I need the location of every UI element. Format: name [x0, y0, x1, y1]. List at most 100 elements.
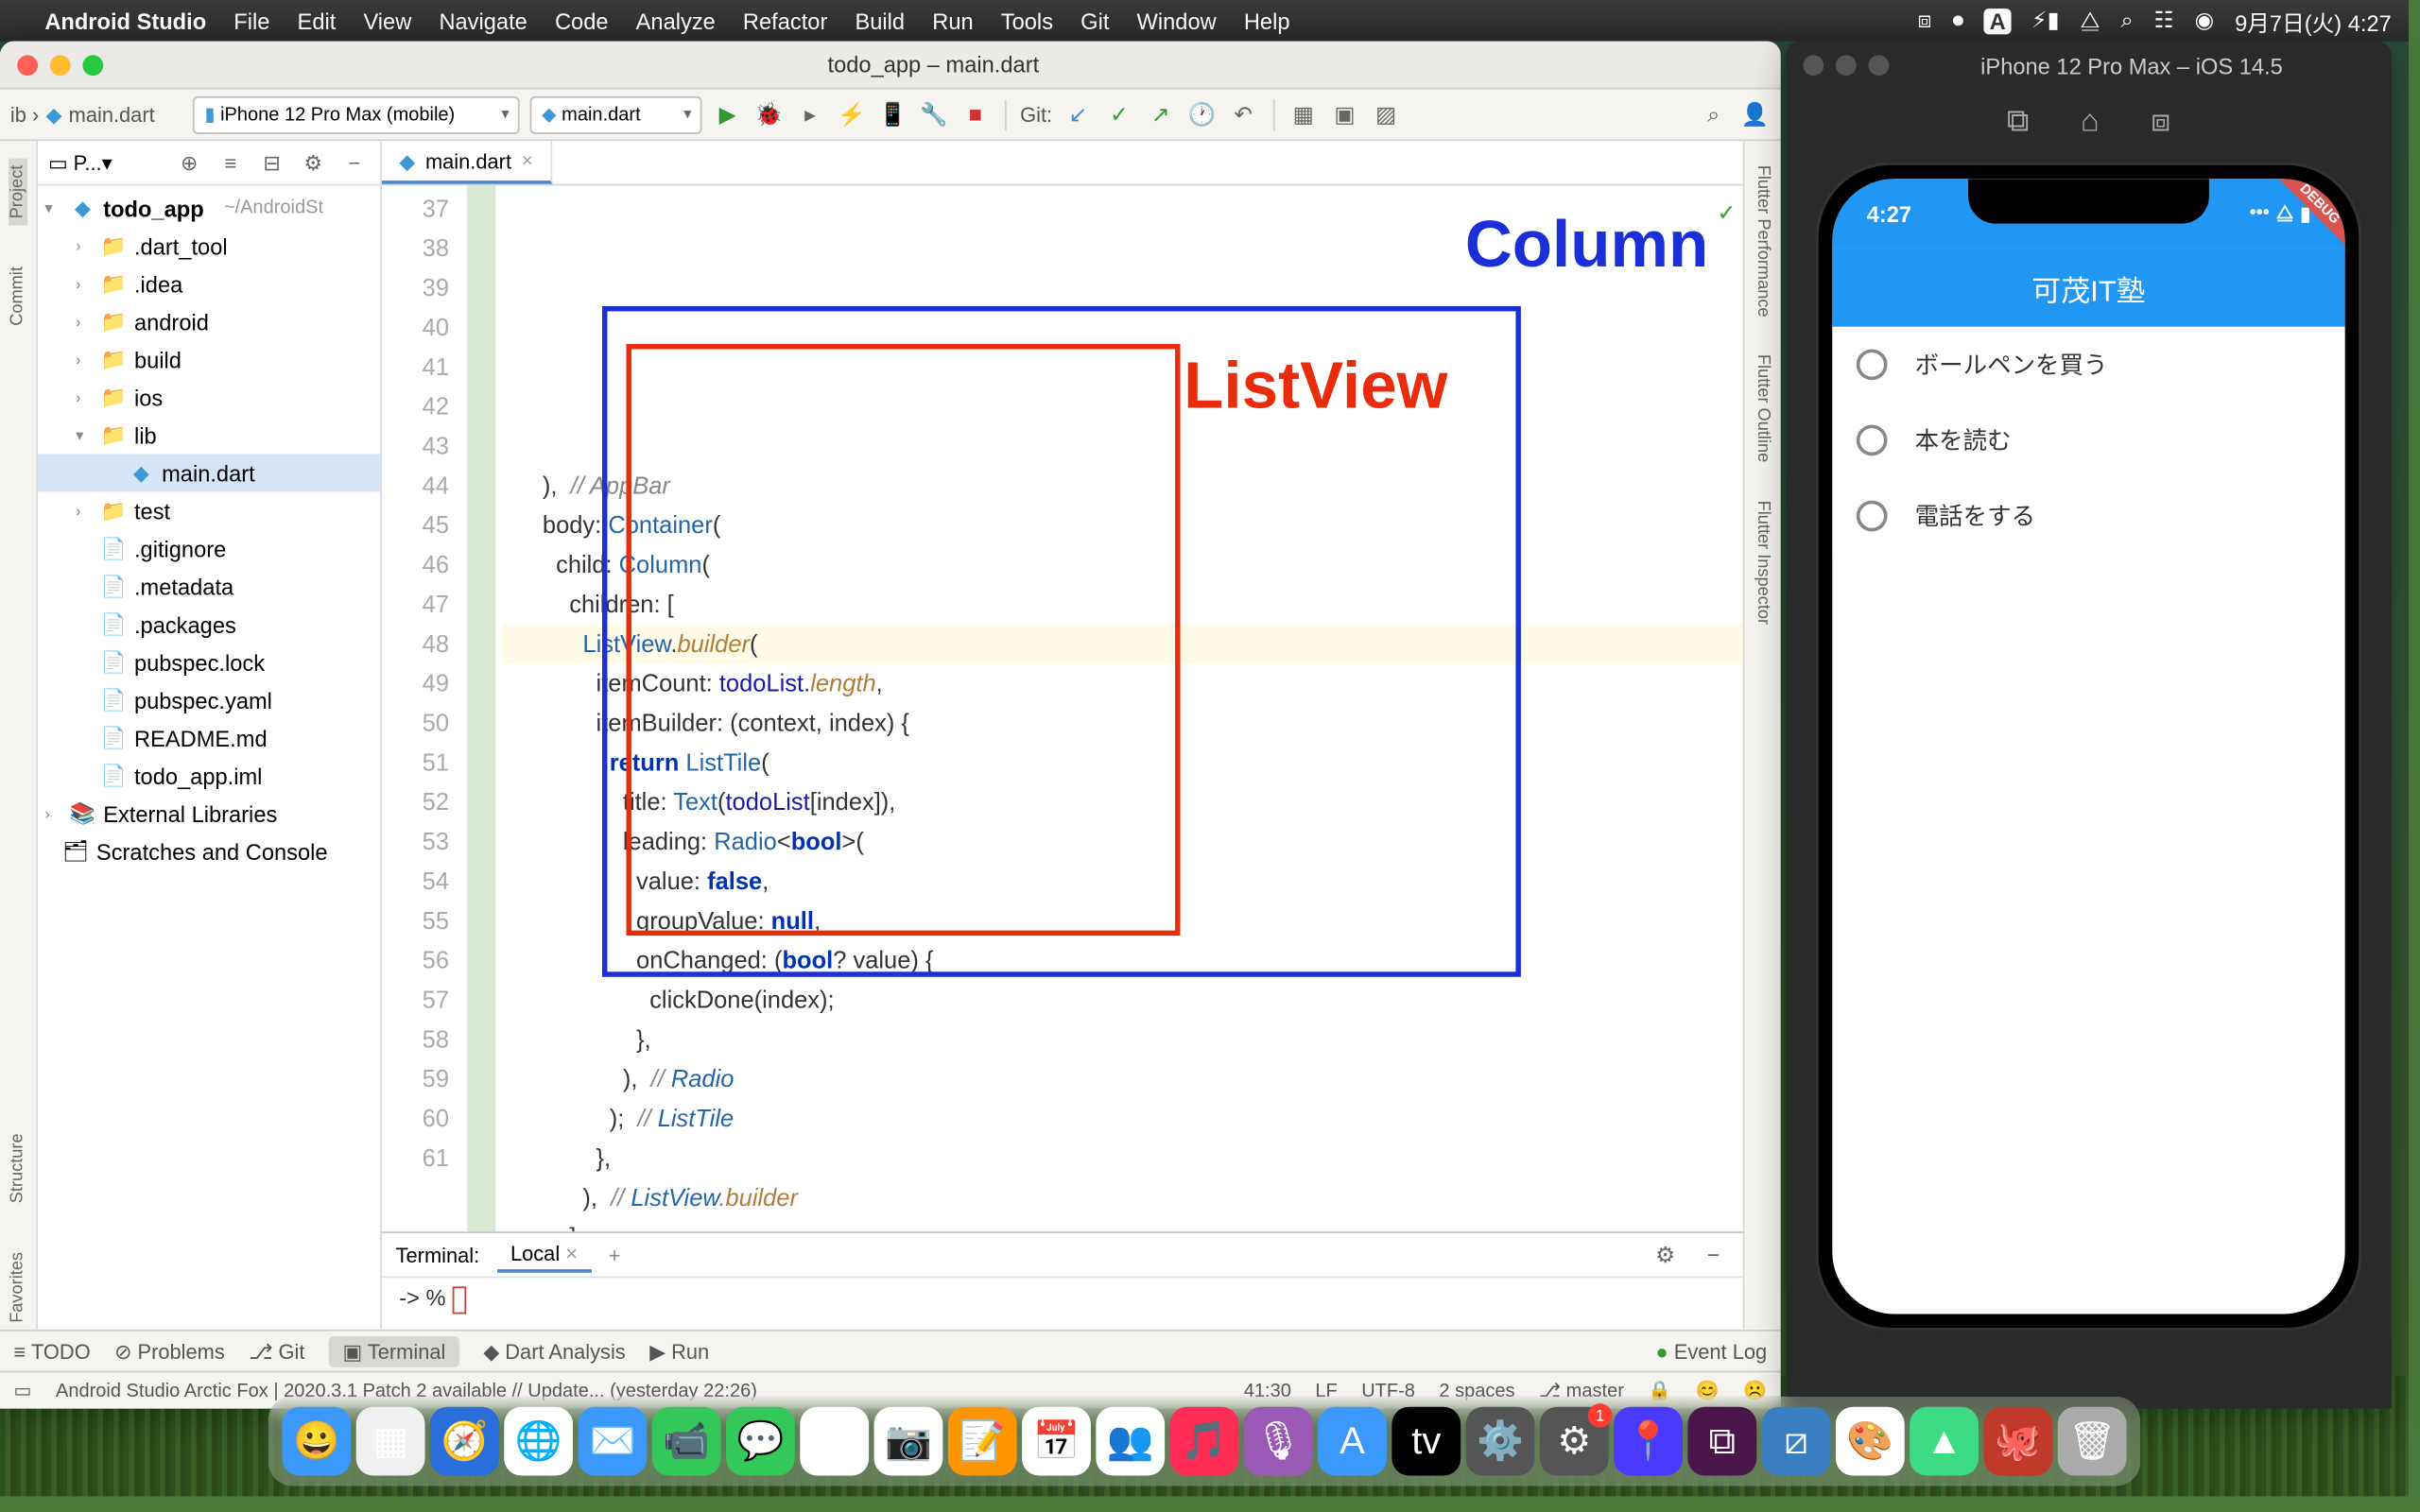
tree-item[interactable]: ›📁test — [38, 492, 380, 530]
search-button[interactable]: ⌕ — [1698, 99, 1729, 130]
device-selector[interactable]: ▮ iPhone 12 Pro Max (mobile) — [193, 95, 520, 133]
sim-close-button[interactable] — [1803, 55, 1824, 76]
dock-app[interactable]: 💬 — [726, 1407, 795, 1476]
sdk-button[interactable]: ▣ — [1329, 99, 1360, 130]
git-history-button[interactable]: 🕐 — [1186, 99, 1218, 130]
dock-app[interactable]: 🗺 — [800, 1407, 869, 1476]
tab-flutter-outline[interactable]: Flutter Outline — [1754, 348, 1772, 470]
dock-app[interactable]: 👥 — [1096, 1407, 1165, 1476]
dropbox-icon[interactable]: ⧈ — [1918, 7, 1932, 34]
settings-icon[interactable]: ⚙ — [298, 147, 329, 179]
dock-app[interactable]: 📅 — [1022, 1407, 1091, 1476]
menu-view[interactable]: View — [363, 8, 411, 33]
siri-icon[interactable]: ◉ — [2195, 7, 2215, 34]
macos-dock[interactable]: 😀▦🧭🌐✉️📹💬🗺📷📝📅👥🎵🎙Atv⚙️⚙1📍⧉⧄🎨▲🐙🗑 — [268, 1397, 2140, 1486]
inspection-ok-icon[interactable]: ✓ — [1718, 193, 1737, 232]
tree-item[interactable]: ◆main.dart — [38, 454, 380, 491]
dock-app[interactable]: 🗑 — [2058, 1407, 2127, 1476]
tree-item[interactable]: ›📁android — [38, 302, 380, 340]
tool-problems[interactable]: ⊘ Problems — [114, 1339, 225, 1363]
dock-app[interactable]: 📝 — [948, 1407, 1017, 1476]
menu-analyze[interactable]: Analyze — [636, 8, 716, 33]
menu-refactor[interactable]: Refactor — [743, 8, 827, 33]
menu-help[interactable]: Help — [1244, 8, 1290, 33]
zoom-button[interactable] — [82, 54, 103, 75]
dock-app[interactable]: 🐙 — [1983, 1407, 2052, 1476]
avd-button[interactable]: ▦ — [1288, 99, 1319, 130]
menu-file[interactable]: File — [233, 8, 269, 33]
tree-item[interactable]: 📄pubspec.lock — [38, 644, 380, 681]
locate-icon[interactable]: ⊕ — [174, 147, 205, 179]
minimize-button[interactable] — [50, 54, 71, 75]
dock-app[interactable]: A — [1318, 1407, 1387, 1476]
list-item[interactable]: 本を読む — [1832, 403, 2344, 478]
hot-reload-button[interactable]: ⚡ — [836, 99, 867, 130]
dock-app[interactable]: 🎙 — [1244, 1407, 1313, 1476]
tree-item[interactable]: 📄todo_app.iml — [38, 757, 380, 795]
tab-commit[interactable]: Commit — [9, 260, 27, 333]
code-editor[interactable]: 3738394041424344454647484950515253545556… — [382, 186, 1743, 1232]
git-revert-button[interactable]: ↶ — [1228, 99, 1259, 130]
menu-code[interactable]: Code — [555, 8, 609, 33]
menu-edit[interactable]: Edit — [298, 8, 337, 33]
dock-app[interactable]: 🧭 — [430, 1407, 499, 1476]
tab-favorites[interactable]: Favorites — [9, 1245, 27, 1329]
sim-zoom-button[interactable] — [1869, 55, 1890, 76]
project-tree[interactable]: ▾◆todo_app ~/AndroidSt ›📁.dart_tool›📁.id… — [38, 186, 380, 1330]
run-button[interactable]: ▶ — [712, 99, 743, 130]
stop-button[interactable]: ■ — [959, 99, 991, 130]
tree-item[interactable]: ›📁.dart_tool — [38, 227, 380, 265]
home-icon[interactable]: ⌂ — [2081, 102, 2100, 138]
devtools-button[interactable]: 🔧 — [919, 99, 950, 130]
tree-item[interactable]: ›📁.idea — [38, 265, 380, 302]
dock-app[interactable]: 📷 — [874, 1407, 943, 1476]
sim-minimize-button[interactable] — [1836, 55, 1857, 76]
terminal-input[interactable]: -> % — [382, 1278, 1743, 1330]
expand-icon[interactable]: ≡ — [216, 147, 247, 179]
tab-flutter-performance[interactable]: Flutter Performance — [1754, 158, 1772, 323]
close-icon[interactable]: × — [522, 150, 533, 171]
dock-app[interactable]: 🎵 — [1170, 1407, 1239, 1476]
dock-app[interactable]: ✉️ — [579, 1407, 648, 1476]
dock-app[interactable]: 📍 — [1614, 1407, 1683, 1476]
git-commit-button[interactable]: ✓ — [1104, 99, 1135, 130]
control-center-icon[interactable]: ☷ — [2154, 7, 2174, 34]
tool-terminal[interactable]: ▣ Terminal — [329, 1335, 459, 1366]
dock-app[interactable]: ⚙1 — [1540, 1407, 1609, 1476]
breadcrumb[interactable]: ib › ◆ main.dart — [10, 102, 155, 126]
screenshot-icon[interactable]: ⧉ — [2007, 102, 2029, 138]
dock-app[interactable]: ⚙️ — [1466, 1407, 1535, 1476]
run-config-selector[interactable]: ◆ main.dart — [529, 95, 701, 133]
tree-item[interactable]: ›📁ios — [38, 378, 380, 416]
coverage-button[interactable]: ▸ — [795, 99, 826, 130]
project-view-selector[interactable]: ▭ P...▾ — [48, 150, 112, 174]
input-icon[interactable]: A — [1984, 8, 2011, 33]
dock-app[interactable]: ⧄ — [1762, 1407, 1831, 1476]
tab-flutter-inspector[interactable]: Flutter Inspector — [1754, 494, 1772, 632]
dock-app[interactable]: ▲ — [1910, 1407, 1979, 1476]
tool-git[interactable]: ⎇ Git — [249, 1339, 304, 1363]
hide-icon[interactable]: − — [339, 147, 371, 179]
profile-button[interactable]: 👤 — [1739, 99, 1771, 130]
radio-icon[interactable] — [1857, 501, 1888, 532]
terminal-tab-local[interactable]: Local × — [496, 1237, 591, 1271]
wifi-icon[interactable]: ⧋ — [2080, 7, 2100, 34]
dock-app[interactable]: tv — [1392, 1407, 1461, 1476]
git-pull-button[interactable]: ↙ — [1063, 99, 1094, 130]
list-item[interactable]: ボールペンを買う — [1832, 327, 2344, 403]
tree-item[interactable]: 📄.gitignore — [38, 530, 380, 568]
menu-tools[interactable]: Tools — [1001, 8, 1053, 33]
tab-project[interactable]: Project — [9, 158, 27, 225]
dock-app[interactable]: ▦ — [356, 1407, 425, 1476]
rotate-icon[interactable]: ⧈ — [2151, 102, 2170, 138]
dock-app[interactable]: 📹 — [652, 1407, 721, 1476]
tree-item[interactable]: 📄.metadata — [38, 568, 380, 606]
close-button[interactable] — [17, 54, 38, 75]
terminal-add-button[interactable]: + — [609, 1243, 621, 1266]
attach-button[interactable]: 📱 — [877, 99, 908, 130]
resource-button[interactable]: ▨ — [1371, 99, 1402, 130]
app-menu[interactable]: Android Studio — [44, 8, 206, 33]
record-icon[interactable]: ⏺ — [1952, 7, 1963, 34]
tab-structure[interactable]: Structure — [9, 1127, 27, 1211]
debug-button[interactable]: 🐞 — [753, 99, 785, 130]
